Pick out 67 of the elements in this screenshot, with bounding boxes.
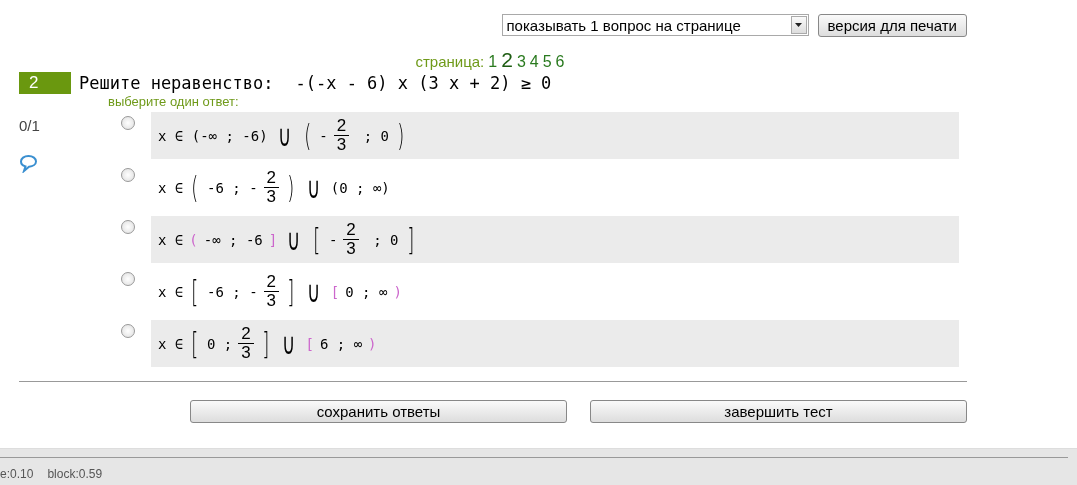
math-text: x ∈ (-∞ ; -6) (158, 127, 268, 144)
status-text: block:0.59 (47, 467, 103, 481)
print-version-button[interactable]: версия для печати (817, 14, 967, 37)
score: 0/1 (19, 117, 41, 134)
inequality: -(-x - 6) x (3 x + 2) ≥ 0 (295, 73, 552, 93)
question-prompt: Решите неравенство: (79, 73, 274, 93)
save-answers-button[interactable]: сохранить ответы (190, 400, 567, 423)
fraction: 2 3 (333, 117, 350, 154)
page-link[interactable]: 2 (501, 48, 513, 72)
fraction: 2 3 (263, 273, 280, 310)
answer-hint: выберите один ответ: (108, 94, 240, 109)
math-symbol: ∪ (281, 328, 296, 359)
comment-icon[interactable] (19, 154, 38, 173)
question-number: 2 (19, 72, 71, 94)
page-link[interactable]: 3 (516, 53, 526, 71)
math-symbol: [ (313, 224, 321, 255)
math-symbol: ] (406, 224, 414, 255)
math-text: - (319, 127, 328, 144)
fraction: 2 3 (343, 221, 359, 258)
math-symbol: ) (397, 120, 405, 151)
math-text: ) (368, 335, 377, 352)
math-text: x ∈ (158, 283, 184, 300)
math-text: 0 ; (207, 335, 233, 352)
page-link[interactable]: 4 (529, 53, 539, 71)
fraction: 2 3 (238, 325, 254, 362)
radio-button[interactable] (121, 220, 135, 234)
math-symbol: ] (262, 328, 270, 359)
math-symbol: ∪ (307, 276, 321, 307)
page-label: страница: (415, 53, 485, 70)
math-text: x ∈ (158, 179, 184, 196)
page-link[interactable]: 1 (488, 53, 498, 71)
page-link[interactable]: 5 (542, 53, 552, 71)
radio-button[interactable] (121, 272, 135, 286)
math-symbol: ) (287, 172, 295, 203)
page-link[interactable]: 6 (555, 53, 565, 71)
math-text: [ (330, 283, 340, 300)
finish-test-button[interactable]: завершить тест (590, 400, 967, 423)
math-text: ] (268, 231, 278, 248)
math-text: ; 0 (362, 127, 389, 144)
radio-button[interactable] (121, 116, 135, 130)
math-symbol: ∪ (287, 224, 301, 255)
math-symbol: [ (191, 276, 199, 307)
math-text: 0 ; ∞ (345, 283, 388, 300)
per-page-select[interactable]: показывать 1 вопрос на странице (501, 14, 809, 36)
math-text: ; 0 (372, 231, 399, 248)
math-symbol: ( (191, 172, 199, 203)
math-symbol: ] (287, 276, 295, 307)
math-text: x ∈ (158, 231, 184, 248)
math-symbol: [ (191, 328, 199, 359)
math-text: (0 ; ∞) (330, 179, 390, 196)
math-text: 6 ; ∞ (319, 335, 363, 352)
math-text: x ∈ (158, 335, 184, 352)
math-text: -6 ; - (207, 179, 258, 196)
math-symbol: ( (303, 120, 311, 151)
math-text: ) (393, 283, 402, 300)
math-symbol: ∪ (278, 120, 292, 151)
math-text: -6 ; - (207, 283, 258, 300)
dropdown-caret-icon[interactable] (790, 16, 807, 34)
fraction: 2 3 (263, 169, 280, 206)
math-text: ( (189, 231, 198, 248)
radio-button[interactable] (121, 324, 135, 338)
math-text: - (328, 231, 338, 248)
math-text: -∞ ; -6 (203, 231, 263, 248)
status-text: e:0.10 (0, 467, 34, 481)
math-symbol: ∪ (307, 172, 321, 203)
math-text: [ (305, 335, 314, 352)
radio-button[interactable] (121, 168, 135, 182)
